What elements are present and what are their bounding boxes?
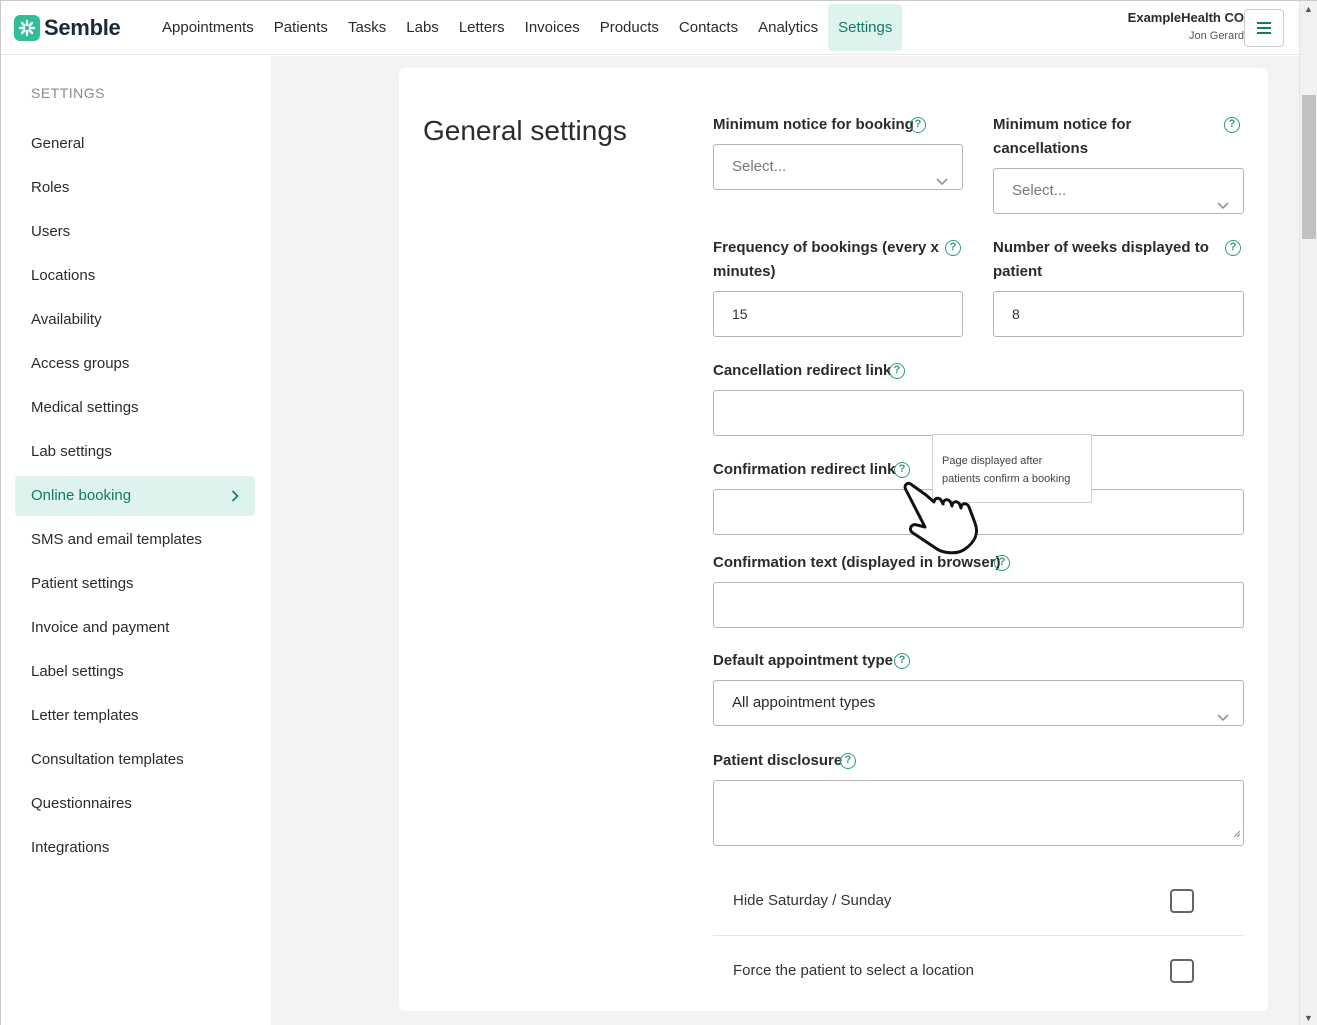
select-value: Select... bbox=[732, 158, 787, 175]
page-title: General settings bbox=[423, 115, 627, 146]
help-circle-icon[interactable]: ? bbox=[1225, 240, 1241, 256]
scroll-down-arrow-icon[interactable]: ▼ bbox=[1304, 1013, 1313, 1023]
help-circle-icon[interactable]: ? bbox=[910, 117, 926, 133]
nav-tasks[interactable]: Tasks bbox=[338, 4, 396, 51]
nav-patients[interactable]: Patients bbox=[264, 4, 338, 51]
sidebar-item-label-settings[interactable]: Label settings bbox=[15, 652, 255, 692]
page-scrollbar[interactable]: ▲ ▼ bbox=[1299, 1, 1317, 1025]
default-appt-label: Default appointment type bbox=[713, 652, 894, 669]
chevron-down-icon bbox=[1217, 696, 1229, 740]
min-notice-booking-label: Minimum notice for booking bbox=[713, 116, 914, 133]
nav-labs[interactable]: Labs bbox=[396, 4, 449, 51]
patient-disclosure-label: Patient disclosure bbox=[713, 752, 843, 769]
help-circle-icon[interactable]: ? bbox=[945, 240, 961, 256]
nav-contacts[interactable]: Contacts bbox=[669, 4, 748, 51]
sidebar-item-availability[interactable]: Availability bbox=[15, 300, 255, 340]
weeks-displayed-label: Number of weeks displayed to patient bbox=[993, 236, 1209, 284]
hide-weekend-label: Hide Saturday / Sunday bbox=[733, 892, 892, 909]
min-notice-booking-select[interactable]: Select... bbox=[713, 144, 963, 190]
help-circle-icon[interactable]: ? bbox=[889, 363, 905, 379]
label-line: Frequency of bookings (every x bbox=[713, 239, 939, 256]
settings-sidebar: SETTINGS General Roles Users Locations A… bbox=[1, 56, 271, 1025]
hide-weekend-row[interactable]: Hide Saturday / Sunday bbox=[713, 866, 1244, 936]
hamburger-menu-icon bbox=[1257, 22, 1271, 34]
sidebar-item-invoice-payment[interactable]: Invoice and payment bbox=[15, 608, 255, 648]
help-circle-icon[interactable]: ? bbox=[1224, 117, 1240, 133]
sidebar-item-roles[interactable]: Roles bbox=[15, 168, 255, 208]
tooltip-line: Page displayed after bbox=[942, 455, 1043, 467]
min-notice-cancel-select[interactable]: Select... bbox=[993, 168, 1244, 214]
chevron-down-icon bbox=[936, 160, 948, 204]
confirm-text-input[interactable] bbox=[713, 582, 1244, 628]
label-line: minutes) bbox=[713, 263, 776, 280]
force-location-label: Force the patient to select a location bbox=[733, 962, 974, 979]
sidebar-item-questionnaires[interactable]: Questionnaires bbox=[15, 784, 255, 824]
help-circle-icon[interactable]: ? bbox=[840, 753, 856, 769]
hide-weekend-checkbox[interactable] bbox=[1170, 889, 1194, 913]
weeks-displayed-input[interactable]: 8 bbox=[993, 291, 1244, 337]
sidebar-item-sms-email-templates[interactable]: SMS and email templates bbox=[15, 520, 255, 560]
hamburger-menu-button[interactable] bbox=[1244, 9, 1284, 47]
select-value: Select... bbox=[1012, 182, 1067, 199]
main-nav: Appointments Patients Tasks Labs Letters… bbox=[152, 4, 903, 51]
label-line: patient bbox=[993, 263, 1043, 280]
sidebar-item-users[interactable]: Users bbox=[15, 212, 255, 252]
resize-grip-icon[interactable] bbox=[1233, 825, 1241, 843]
semble-logo-icon bbox=[14, 15, 40, 41]
frequency-input[interactable]: 15 bbox=[713, 291, 963, 337]
sidebar-item-access-groups[interactable]: Access groups bbox=[15, 344, 255, 384]
sidebar-item-integrations[interactable]: Integrations bbox=[15, 828, 255, 868]
sidebar-item-consultation-templates[interactable]: Consultation templates bbox=[15, 740, 255, 780]
sidebar-heading: SETTINGS bbox=[31, 85, 106, 101]
nav-letters[interactable]: Letters bbox=[449, 4, 515, 51]
top-navigation-bar: Semble Appointments Patients Tasks Labs … bbox=[1, 1, 1299, 55]
nav-settings[interactable]: Settings bbox=[828, 4, 903, 51]
semble-logo[interactable]: Semble bbox=[14, 15, 121, 41]
cancel-redirect-label: Cancellation redirect link bbox=[713, 362, 892, 379]
user-name: Jon Gerard bbox=[1188, 30, 1244, 42]
hand-pointer-cursor-icon bbox=[897, 475, 987, 562]
frequency-label: Frequency of bookings (every x minutes) bbox=[713, 236, 939, 284]
force-location-row[interactable]: Force the patient to select a location bbox=[713, 936, 1244, 1006]
sidebar-item-label: Online booking bbox=[31, 487, 132, 504]
nav-invoices[interactable]: Invoices bbox=[515, 4, 590, 51]
chevron-down-icon bbox=[1217, 184, 1229, 228]
select-value: All appointment types bbox=[732, 694, 876, 711]
label-line: cancellations bbox=[993, 140, 1089, 157]
confirm-redirect-label: Confirmation redirect link bbox=[713, 461, 896, 478]
logo-text: Semble bbox=[44, 15, 121, 40]
scroll-thumb[interactable] bbox=[1302, 95, 1316, 239]
sidebar-item-online-booking[interactable]: Online booking bbox=[15, 476, 255, 516]
nav-appointments[interactable]: Appointments bbox=[152, 4, 264, 51]
sidebar-item-general[interactable]: General bbox=[15, 124, 255, 164]
help-circle-icon[interactable]: ? bbox=[894, 653, 910, 669]
sidebar-item-letter-templates[interactable]: Letter templates bbox=[15, 696, 255, 736]
force-location-checkbox[interactable] bbox=[1170, 959, 1194, 983]
cancel-redirect-input[interactable] bbox=[713, 390, 1244, 436]
account-info[interactable]: ExampleHealth CO Jon Gerard bbox=[1128, 10, 1244, 42]
nav-products[interactable]: Products bbox=[590, 4, 669, 51]
label-line: Minimum notice for bbox=[993, 116, 1132, 133]
min-notice-cancel-label: Minimum notice for cancellations bbox=[993, 113, 1131, 161]
sidebar-item-lab-settings[interactable]: Lab settings bbox=[15, 432, 255, 472]
sidebar-item-locations[interactable]: Locations bbox=[15, 256, 255, 296]
sidebar-item-medical-settings[interactable]: Medical settings bbox=[15, 388, 255, 428]
patient-disclosure-textarea[interactable] bbox=[713, 780, 1244, 846]
sidebar-item-patient-settings[interactable]: Patient settings bbox=[15, 564, 255, 604]
default-appt-select[interactable]: All appointment types bbox=[713, 680, 1244, 726]
org-name: ExampleHealth CO bbox=[1127, 10, 1244, 25]
label-line: Number of weeks displayed to bbox=[993, 239, 1209, 256]
chevron-right-icon bbox=[231, 476, 239, 516]
scroll-up-arrow-icon[interactable]: ▲ bbox=[1304, 4, 1313, 14]
nav-analytics[interactable]: Analytics bbox=[748, 4, 828, 51]
help-circle-icon[interactable]: ? bbox=[994, 555, 1010, 571]
